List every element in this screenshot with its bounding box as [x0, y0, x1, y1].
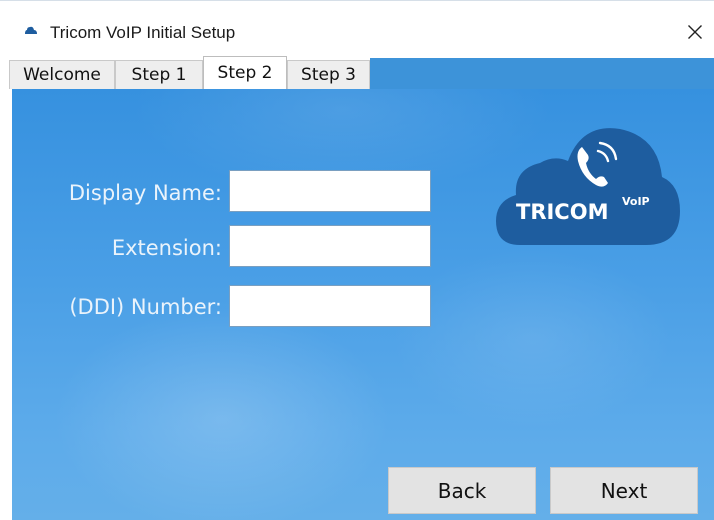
tab-strip: Welcome Step 1 Step 2 Step 3: [0, 56, 714, 89]
close-button[interactable]: [680, 17, 710, 47]
display-name-input[interactable]: [229, 170, 431, 212]
back-button[interactable]: Back: [388, 467, 536, 514]
window-title: Tricom VoIP Initial Setup: [50, 23, 236, 42]
close-icon: [688, 25, 702, 39]
setup-window: Tricom VoIP Initial Setup Welcome Step 1…: [0, 0, 714, 520]
tab-step-2[interactable]: Step 2: [203, 56, 287, 89]
extension-label: Extension:: [111, 236, 222, 260]
tricom-voip-logo: TRICOM VoIP: [496, 128, 680, 245]
ddi-number-input[interactable]: [229, 285, 431, 327]
logo-voip-text: VoIP: [622, 195, 650, 208]
tab-welcome[interactable]: Welcome: [9, 60, 115, 89]
title-bar[interactable]: Tricom VoIP Initial Setup: [0, 1, 714, 53]
next-button[interactable]: Next: [550, 467, 698, 514]
tab-strip-background: [370, 58, 714, 89]
display-name-label: Display Name:: [68, 181, 222, 205]
logo-cloud-shape: [496, 128, 680, 245]
ddi-number-label: (DDI) Number:: [69, 295, 222, 319]
extension-input[interactable]: [229, 225, 431, 267]
logo-brand-text: TRICOM: [516, 200, 608, 224]
tab-step-1[interactable]: Step 1: [115, 60, 203, 89]
app-cloud-icon: [25, 26, 37, 34]
step-2-panel: Display Name: Extension: (DDI) Number: T…: [12, 89, 714, 520]
tab-step-3[interactable]: Step 3: [287, 60, 370, 89]
